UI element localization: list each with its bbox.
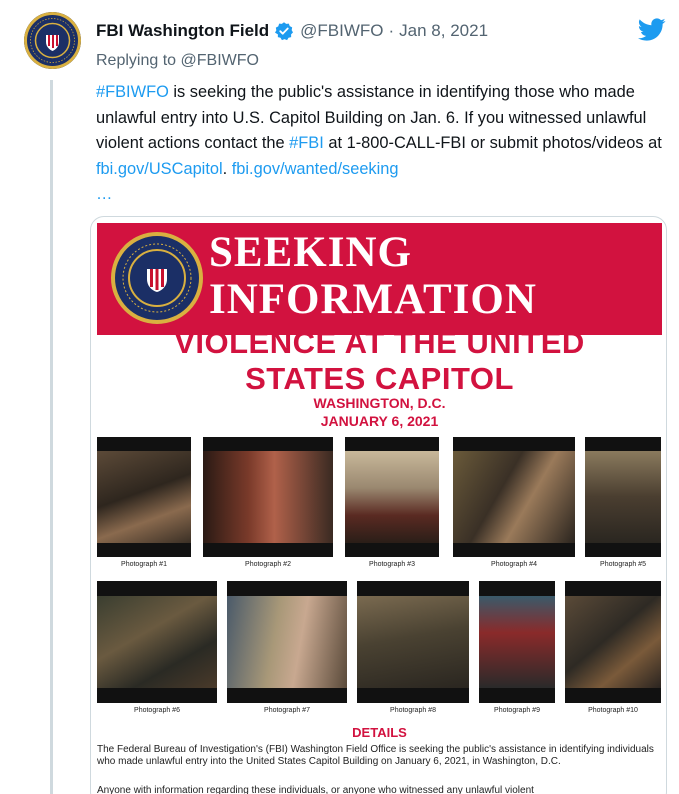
poster-title-line1: SEEKING [209, 229, 412, 276]
photograph-10 [565, 581, 661, 703]
details-text-continued: Anyone with information regarding these … [97, 785, 534, 794]
tweet-text: #FBIWFO is seeking the public's assistan… [96, 80, 671, 208]
fbi-seal-icon [111, 232, 203, 324]
link-uscapitol[interactable]: fbi.gov/USCapitol [96, 160, 223, 178]
separator: · [388, 21, 395, 40]
photograph-caption: Photograph #5 [600, 561, 646, 568]
poster-title: SEEKING INFORMATION [209, 229, 537, 323]
tweet-text-part2: at 1-800-CALL-FBI or submit photos/video… [323, 134, 662, 152]
poster-location: WASHINGTON, D.C. [313, 395, 446, 411]
replying-to: Replying to @FBIWFO [96, 52, 259, 70]
tweet-header: FBI Washington Field @FBIWFO · Jan 8, 20… [96, 18, 488, 44]
tweet-text-part3: . [222, 159, 232, 178]
photograph-caption: Photograph #9 [494, 707, 540, 714]
photograph-caption: Photograph #6 [134, 707, 180, 714]
poster-headline: VIOLENCE AT THE UNITED STATES CAPITOL [91, 325, 666, 397]
photograph-8 [357, 581, 469, 703]
poster-header: SEEKING INFORMATION [97, 223, 662, 335]
photograph-caption: Photograph #1 [121, 561, 167, 568]
photograph-caption: Photograph #4 [491, 561, 537, 568]
details-heading: DETAILS [352, 725, 407, 740]
photograph-7 [227, 581, 347, 703]
verified-badge-icon [274, 21, 294, 41]
photograph-4 [453, 437, 575, 557]
photograph-caption: Photograph #7 [264, 707, 310, 714]
display-name[interactable]: FBI Washington Field [96, 21, 269, 41]
reply-handle-link[interactable]: @FBIWFO [181, 52, 259, 69]
poster-date: JANUARY 6, 2021 [320, 413, 439, 429]
photograph-1 [97, 437, 191, 557]
avatar[interactable] [24, 12, 81, 69]
poster-headline-line2: STATES CAPITOL [245, 361, 514, 396]
handle[interactable]: @FBIWFO [300, 21, 383, 41]
reply-prefix: Replying to [96, 52, 177, 69]
photograph-caption: Photograph #3 [369, 561, 415, 568]
photograph-caption: Photograph #10 [588, 707, 638, 714]
photograph-9 [479, 581, 555, 703]
poster-headline-line1: VIOLENCE AT THE UNITED [174, 325, 585, 360]
thread-line [50, 80, 53, 794]
photograph-3 [345, 437, 439, 557]
photograph-2 [203, 437, 333, 557]
fbi-seal-icon [24, 12, 81, 69]
text-ellipsis[interactable]: … [96, 185, 112, 203]
tweet-date[interactable]: Jan 8, 2021 [399, 21, 488, 41]
twitter-bird-icon[interactable] [637, 18, 666, 42]
details-text: The Federal Bureau of Investigation's (F… [97, 744, 654, 767]
media-attachment[interactable]: SEEKING INFORMATION VIOLENCE AT THE UNIT… [90, 216, 667, 794]
hashtag-fbi[interactable]: #FBI [289, 134, 324, 152]
photograph-caption: Photograph #2 [245, 561, 291, 568]
photograph-6 [97, 581, 217, 703]
hashtag-fbiwfo[interactable]: #FBIWFO [96, 83, 169, 101]
poster-title-line2: INFORMATION [209, 276, 537, 323]
photograph-5 [585, 437, 661, 557]
photograph-caption: Photograph #8 [390, 707, 436, 714]
link-wanted-seeking[interactable]: fbi.gov/wanted/seeking [232, 160, 399, 178]
